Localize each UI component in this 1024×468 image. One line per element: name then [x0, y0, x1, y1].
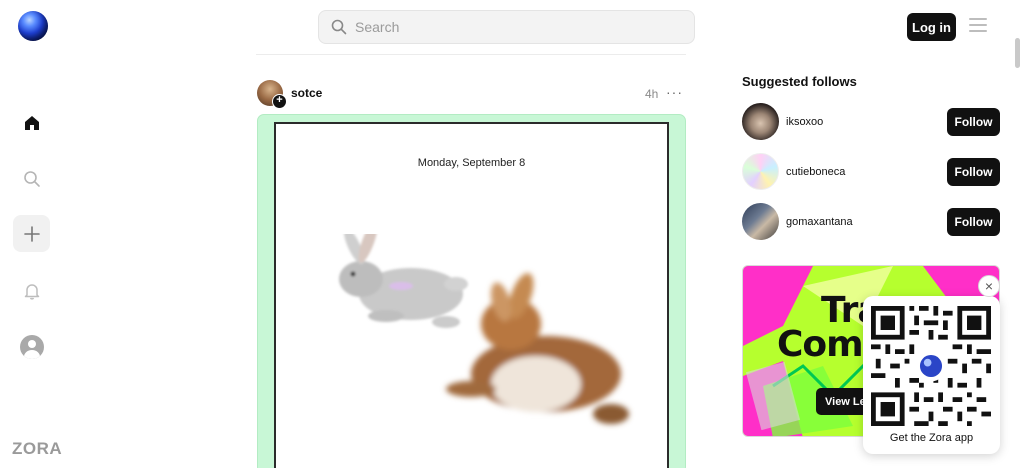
search-icon — [23, 170, 40, 187]
post-author-avatar[interactable]: + — [257, 80, 287, 109]
avatar[interactable] — [742, 103, 779, 140]
login-button[interactable]: Log in — [907, 13, 956, 41]
nav-search[interactable] — [13, 160, 50, 197]
search-icon — [331, 19, 347, 35]
home-icon — [24, 115, 39, 130]
follow-plus-icon[interactable]: + — [272, 94, 287, 109]
post-author-name[interactable]: sotce — [291, 86, 322, 100]
suggested-user-row: iksoxoo Follow — [742, 103, 1000, 141]
nav-notifications[interactable] — [13, 272, 50, 309]
qr-code[interactable] — [871, 306, 991, 426]
follow-button[interactable]: Follow — [947, 208, 1000, 236]
follow-button[interactable]: Follow — [947, 158, 1000, 186]
zora-logo[interactable] — [18, 11, 48, 41]
nav-create[interactable] — [13, 215, 50, 252]
avatar[interactable] — [742, 203, 779, 240]
search-bar[interactable] — [318, 10, 695, 44]
suggested-user-row: gomaxantana Follow — [742, 203, 1000, 241]
menu-icon[interactable] — [969, 18, 987, 34]
nav-profile[interactable] — [13, 328, 50, 365]
bunnies-artwork — [339, 234, 629, 424]
feed-divider — [256, 54, 686, 55]
post-media-date: Monday, September 8 — [417, 157, 526, 169]
post-media[interactable]: Monday, September 8 — [274, 122, 669, 468]
post-more-icon[interactable]: ··· — [666, 84, 683, 100]
suggested-user-name[interactable]: iksoxoo — [786, 116, 823, 128]
close-icon[interactable]: × — [978, 275, 1000, 297]
post-timestamp: 4h — [645, 87, 659, 101]
suggested-user-name[interactable]: gomaxantana — [786, 216, 853, 228]
nav-home[interactable] — [13, 104, 50, 141]
suggested-user-row: cutieboneca Follow — [742, 153, 1000, 191]
bell-icon — [24, 283, 39, 300]
zora-wordmark: ZORA — [12, 439, 63, 458]
left-rail: ZORA — [0, 0, 64, 468]
search-input[interactable] — [355, 19, 655, 35]
app-download-caption: Get the Zora app — [889, 432, 974, 444]
suggested-user-name[interactable]: cutieboneca — [786, 166, 845, 178]
avatar[interactable] — [742, 153, 779, 190]
app-download-card: Get the Zora app — [863, 296, 1000, 454]
profile-icon — [19, 334, 44, 359]
follow-button[interactable]: Follow — [947, 108, 1000, 136]
suggested-follows-title: Suggested follows — [742, 74, 857, 89]
plus-icon — [23, 225, 40, 242]
scrollbar[interactable] — [1015, 38, 1020, 68]
